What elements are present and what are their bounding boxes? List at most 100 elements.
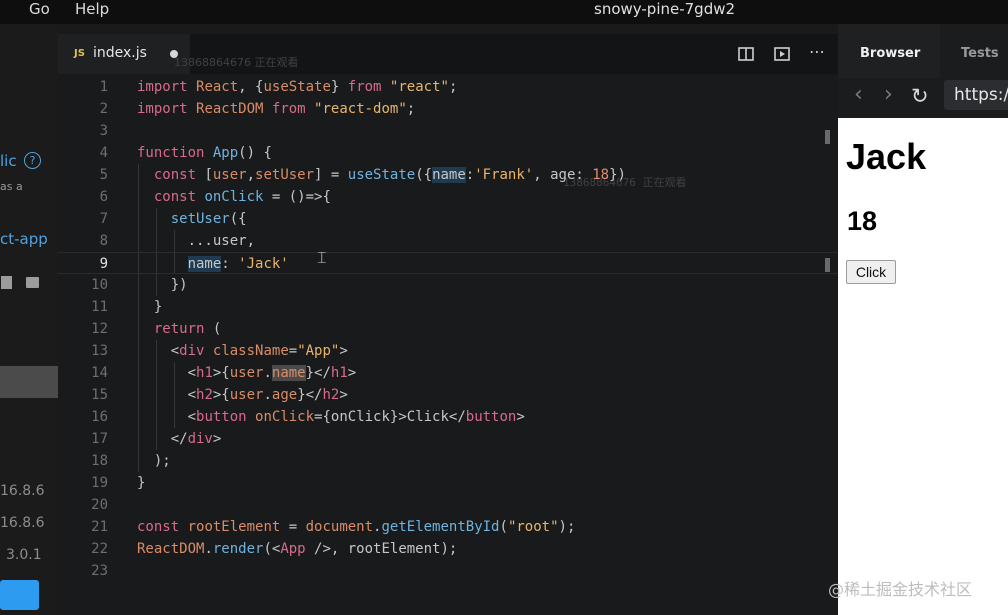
line-number: 9 bbox=[99, 256, 108, 272]
sidebar-project-title[interactable]: lic bbox=[0, 152, 17, 170]
code-line[interactable]: 23 bbox=[58, 560, 838, 582]
tab-browser-label: Browser bbox=[860, 46, 921, 61]
line-number: 1 bbox=[99, 79, 108, 95]
code-line[interactable]: 1 import React, {useState} from "react"; bbox=[58, 76, 838, 98]
line-code: ); bbox=[137, 453, 171, 469]
window-title: snowy-pine-7gdw2 bbox=[594, 0, 736, 18]
preview-icon[interactable] bbox=[774, 46, 790, 65]
menu-go[interactable]: Go bbox=[29, 0, 50, 18]
line-number: 17 bbox=[91, 431, 108, 447]
minimap-marker bbox=[825, 130, 830, 144]
line-number: 8 bbox=[99, 233, 108, 249]
line-number: 6 bbox=[99, 189, 108, 205]
split-editor-icon[interactable] bbox=[738, 46, 754, 65]
code-editor: JS index.js 13868864676 正在观看 ⋯ 138688646… bbox=[58, 24, 838, 615]
tab-tests-label: Tests bbox=[961, 46, 999, 61]
line-code: ...user, bbox=[137, 233, 256, 249]
code-line[interactable]: 2 import ReactDOM from "react-dom"; bbox=[58, 98, 838, 120]
code-line[interactable]: 5 const [user,setUser] = useState({name:… bbox=[58, 164, 838, 186]
code-line[interactable]: 14 <h1>{user.name}</h1> bbox=[58, 362, 838, 384]
tab-tests[interactable]: Tests bbox=[940, 24, 1008, 86]
editor-tab-bar: JS index.js 13868864676 正在观看 ⋯ bbox=[58, 34, 838, 74]
browser-pane: Browser Tests ‹ › ↻ https:/ Jack 18 Clic… bbox=[838, 24, 1008, 615]
line-number: 14 bbox=[91, 365, 108, 381]
dependency-version: 16.8.6 bbox=[0, 515, 45, 531]
code-line[interactable]: 17 </div> bbox=[58, 428, 838, 450]
line-code: <button onClick={onClick}>Click</button> bbox=[137, 409, 525, 425]
new-file-icon[interactable] bbox=[1, 276, 12, 289]
code-line[interactable]: 13 <div className="App"> bbox=[58, 340, 838, 362]
code-line[interactable]: 6 const onClick = ()=>{ bbox=[58, 186, 838, 208]
line-number: 7 bbox=[99, 211, 108, 227]
tab-index-js[interactable]: JS index.js bbox=[58, 34, 190, 74]
viewer-watermark: 13868864676 正在观看 bbox=[174, 56, 299, 69]
menu-bar: Go Help snowy-pine-7gdw2 bbox=[0, 0, 1008, 24]
line-number: 19 bbox=[91, 475, 108, 491]
more-icon[interactable]: ⋯ bbox=[809, 42, 825, 61]
line-code: } bbox=[137, 299, 163, 315]
preview-heading: Jack bbox=[846, 136, 927, 177]
line-code: setUser({ bbox=[170, 211, 247, 227]
code-line[interactable]: 10 }) bbox=[58, 274, 838, 296]
line-code: ReactDOM.render(<App />, rootElement); bbox=[137, 541, 458, 557]
back-icon[interactable]: ‹ bbox=[854, 82, 863, 107]
url-text: https:/ bbox=[954, 85, 1008, 105]
code-area[interactable]: 13868864676 正在观看 1 import React, {useStat… bbox=[58, 76, 838, 596]
line-number: 22 bbox=[91, 541, 108, 557]
code-line[interactable]: 3 bbox=[58, 120, 838, 142]
tab-browser[interactable]: Browser bbox=[838, 24, 940, 86]
line-number: 3 bbox=[99, 123, 108, 139]
line-number: 15 bbox=[91, 387, 108, 403]
line-number: 20 bbox=[91, 497, 108, 513]
line-code: name: 'Jack' bbox=[187, 256, 289, 272]
line-code: import ReactDOM from "react-dom"; bbox=[137, 101, 416, 117]
code-line[interactable]: 7 setUser({ bbox=[58, 208, 838, 230]
code-line[interactable]: 19} bbox=[58, 472, 838, 494]
line-number: 23 bbox=[91, 563, 108, 579]
js-file-icon: JS bbox=[74, 48, 85, 59]
refresh-icon[interactable]: ↻ bbox=[911, 84, 929, 108]
sidebar-selected-row[interactable] bbox=[0, 366, 58, 398]
line-code: <h1>{user.name}</h1> bbox=[137, 365, 357, 381]
code-line[interactable]: 4 function App() { bbox=[58, 142, 838, 164]
brand-watermark: @稀土掘金技术社区 bbox=[828, 580, 973, 599]
dependency-version: 3.0.1 bbox=[6, 547, 42, 563]
line-code: const [user,setUser] = useState({name:'F… bbox=[153, 167, 626, 183]
tab-label: index.js bbox=[93, 45, 147, 61]
line-code: const onClick = ()=>{ bbox=[153, 189, 331, 205]
menu-help[interactable]: Help bbox=[75, 0, 109, 18]
url-input[interactable]: https:/ bbox=[944, 80, 1008, 110]
sidebar-action-button[interactable] bbox=[0, 580, 39, 610]
dependency-version: 16.8.6 bbox=[0, 483, 45, 499]
new-folder-icon[interactable] bbox=[26, 277, 39, 288]
line-number: 10 bbox=[91, 277, 108, 293]
sidebar-template-link[interactable]: ct-app bbox=[0, 230, 48, 248]
line-code: import React, {useState} from "react"; bbox=[137, 79, 458, 95]
text-cursor-icon: ⌶ bbox=[317, 248, 327, 267]
line-code: function App() { bbox=[137, 145, 272, 161]
code-line[interactable]: 12 return ( bbox=[58, 318, 838, 340]
line-number: 5 bbox=[99, 167, 108, 183]
preview-click-button[interactable]: Click bbox=[846, 260, 896, 284]
address-bar: ‹ › ↻ https:/ bbox=[838, 78, 1008, 118]
code-line[interactable]: 11 } bbox=[58, 296, 838, 318]
line-number: 11 bbox=[91, 299, 108, 315]
code-line[interactable]: 9 name: 'Jack' bbox=[58, 252, 838, 274]
minimap-marker bbox=[825, 258, 830, 272]
line-code: return ( bbox=[153, 321, 222, 337]
code-line[interactable]: 22 ReactDOM.render(<App />, rootElement); bbox=[58, 538, 838, 560]
line-number: 16 bbox=[91, 409, 108, 425]
code-line[interactable]: 18 ); bbox=[58, 450, 838, 472]
browser-tab-bar: Browser Tests bbox=[838, 24, 1008, 86]
code-line[interactable]: 8 ...user, bbox=[58, 230, 838, 252]
code-line[interactable]: 20 bbox=[58, 494, 838, 516]
line-number: 13 bbox=[91, 343, 108, 359]
line-number: 12 bbox=[91, 321, 108, 337]
code-line[interactable]: 15 <h2>{user.age}</h2> bbox=[58, 384, 838, 406]
line-code: <h2>{user.age}</h2> bbox=[137, 387, 348, 403]
line-number: 21 bbox=[91, 519, 108, 535]
forward-icon[interactable]: › bbox=[884, 82, 893, 107]
code-line[interactable]: 16 <button onClick={onClick}>Click</butt… bbox=[58, 406, 838, 428]
help-circle-icon[interactable]: ? bbox=[24, 152, 41, 169]
code-line[interactable]: 21 const rootElement = document.getElemen… bbox=[58, 516, 838, 538]
